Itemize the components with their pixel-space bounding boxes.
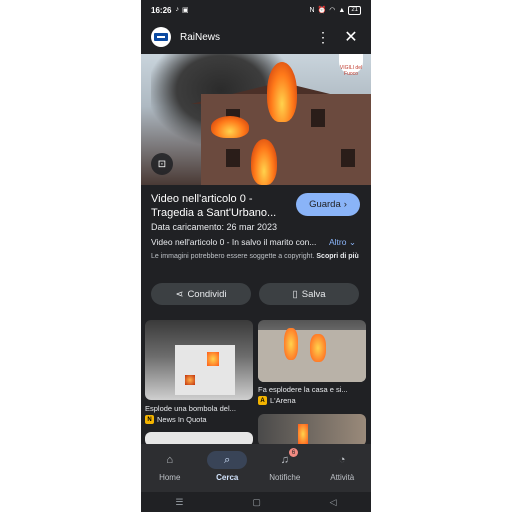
flame	[211, 116, 249, 138]
more-options-icon[interactable]: ⋮	[313, 29, 333, 46]
home-button-icon[interactable]: ▢	[252, 497, 261, 508]
related-card[interactable]	[145, 320, 253, 400]
search-icon: ⌕	[207, 451, 248, 469]
bottom-nav: ⌂ Home ⌕ Cerca ♫ 6 Notifiche ◔ Attività	[141, 444, 371, 492]
learn-more-link[interactable]: Scopri di più	[316, 253, 358, 260]
share-button-label: Condividi	[187, 288, 227, 300]
watch-button[interactable]: Guarda ›	[296, 193, 360, 216]
battery-icon: 21	[348, 5, 361, 15]
related-source: N News In Quota	[145, 415, 207, 424]
back-icon[interactable]: ◁	[330, 497, 337, 508]
video-preview-image[interactable]: VIGILI del Fuoco ⊡	[141, 54, 371, 185]
fire-brigade-logo: VIGILI del Fuoco	[339, 54, 363, 77]
flame	[185, 375, 195, 385]
system-nav-bar: ☰ ▢ ◁	[141, 492, 371, 512]
wifi-icon: ◠	[329, 7, 336, 14]
upload-date: Data caricamento: 26 mar 2023	[151, 222, 278, 232]
video-title: Video nell'articolo 0 - Tragedia a Sant'…	[151, 193, 277, 219]
related-card[interactable]	[258, 414, 366, 446]
related-thumbnail	[145, 320, 253, 400]
watch-button-label: Guarda	[309, 199, 341, 210]
flame	[267, 62, 297, 122]
status-left-icons: ♪ ▣	[175, 6, 188, 14]
nav-activity[interactable]: ◔ Attività	[314, 444, 372, 492]
activity-icon: ◔	[338, 454, 346, 466]
related-thumbnail	[258, 320, 366, 382]
source-name: L'Arena	[270, 396, 296, 405]
save-button[interactable]: ▯ Salva	[259, 283, 359, 305]
bookmark-icon: ▯	[292, 288, 298, 300]
window	[341, 149, 355, 167]
share-icon: ⋖	[175, 288, 184, 300]
related-source: A L'Arena	[258, 396, 296, 405]
recents-icon[interactable]: ☰	[175, 497, 183, 508]
flame	[207, 352, 219, 366]
window	[226, 149, 240, 167]
related-caption[interactable]: Esplode una bombola del...	[145, 404, 253, 413]
nav-search[interactable]: ⌕ Cerca	[199, 444, 257, 492]
source-favicon: A	[258, 396, 267, 405]
close-icon[interactable]: ✕	[341, 27, 361, 47]
nav-label: Cerca	[216, 473, 239, 482]
nav-label: Home	[159, 473, 181, 482]
share-button[interactable]: ⋖ Condividi	[151, 283, 251, 305]
copyright-text: Le immagini potrebbero essere soggette a…	[151, 253, 315, 260]
alarm-icon: ⏰	[317, 7, 327, 14]
chevron-down-icon: ⌄	[348, 237, 356, 247]
home-icon: ⌂	[166, 454, 174, 466]
fire-brigade-logo-text: VIGILI del Fuoco	[339, 65, 363, 77]
flame	[251, 139, 277, 185]
status-right-icons: N ⏰ ◠ ▲ 21	[309, 5, 361, 15]
chevron-right-icon: ›	[343, 199, 347, 210]
flame	[310, 334, 326, 362]
copyright-notice: Le immagini potrebbero essere soggette a…	[151, 252, 363, 262]
related-caption[interactable]: Fa esplodere la casa e si...	[258, 385, 366, 394]
nav-notifications[interactable]: ♫ 6 Notifiche	[256, 444, 314, 492]
house	[175, 345, 235, 395]
flame	[284, 328, 298, 360]
status-time: 16:26	[151, 5, 172, 15]
nav-home[interactable]: ⌂ Home	[141, 444, 199, 492]
nfc-icon: N	[309, 6, 315, 14]
nav-label: Attività	[330, 473, 355, 482]
signal-icon: ▲	[338, 6, 346, 14]
more-link-label: Altro	[329, 237, 347, 247]
video-description: Video nell'articolo 0 - In salvo il mari…	[151, 237, 317, 247]
nav-label: Notifiche	[269, 473, 301, 482]
source-favicon: N	[145, 415, 154, 424]
flame	[298, 424, 308, 444]
tiktok-icon: ♪	[175, 6, 179, 13]
app-name: RaiNews	[180, 31, 221, 43]
status-bar: 16:26 ♪ ▣ N ⏰ ◠ ▲ 21	[141, 0, 371, 20]
rainews-logo-icon	[151, 27, 171, 47]
source-name: News In Quota	[157, 415, 207, 424]
more-link[interactable]: Altro ⌄	[329, 237, 356, 248]
gallery-icon: ▣	[181, 7, 189, 14]
phone-screen: 16:26 ♪ ▣ N ⏰ ◠ ▲ 21 RaiNews ⋮ ✕ VIGILI …	[141, 0, 371, 512]
lens-search-icon[interactable]: ⊡	[151, 153, 173, 175]
save-button-label: Salva	[301, 288, 326, 300]
window	[311, 109, 325, 127]
notification-badge: 6	[289, 448, 298, 457]
related-card[interactable]	[258, 320, 366, 382]
bell-icon: ♫	[280, 454, 289, 466]
app-header: RaiNews ⋮ ✕	[141, 22, 371, 52]
